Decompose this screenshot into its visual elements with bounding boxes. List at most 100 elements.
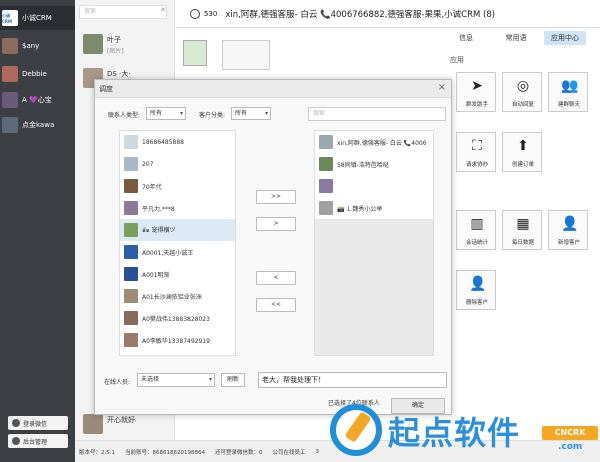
avatar xyxy=(124,311,138,325)
search-input[interactable]: 搜索 xyxy=(79,5,167,19)
list-item[interactable]: 58同镇-浩特芭哈哒 xyxy=(315,153,433,175)
chat-header: 530 xin,阿群,德强客服- 白云 📞4006766882,德强客服-果果,… xyxy=(176,0,600,28)
list-item[interactable]: 207 xyxy=(120,153,235,175)
tab-app-center[interactable]: 应用中心 xyxy=(544,31,586,45)
dialog-title: 调度 xyxy=(95,80,451,98)
app-group-chat[interactable]: 👥 建群聊天 xyxy=(548,72,588,112)
list-item[interactable]: A01长沙澜依铝业张洲 xyxy=(120,285,235,307)
contact-list-selected[interactable]: xin,阿群,德强客服- 白云 📞4006 58同镇-浩特芭哈哒 📸 ⒈魏秀小公… xyxy=(314,130,434,356)
add-button[interactable]: > xyxy=(256,217,296,231)
calendar-icon: ▦ xyxy=(516,216,530,232)
avatar xyxy=(124,157,138,171)
list-item[interactable]: A0樊战伟13883828023 xyxy=(120,307,235,329)
account-text: 当前账号：868618620198864 xyxy=(125,449,205,456)
user-icon xyxy=(12,419,20,427)
sidebar-item-account[interactable]: $any xyxy=(0,34,75,58)
add-all-button[interactable]: >> xyxy=(256,190,296,204)
avatar xyxy=(124,135,138,149)
list-item[interactable]: 叶子 [图片] xyxy=(75,30,175,58)
admin-button[interactable]: 后台管理 xyxy=(8,434,68,448)
avatar xyxy=(124,201,138,215)
app-center-panel: 信息 常用语 应用中心 应用 ➤ 群发助手 ◎ 自动回复 👥 建群聊天 ⛶ 请求… xyxy=(446,28,600,462)
list-item[interactable]: A001明渐 xyxy=(120,263,235,285)
online-staff-label: 在线人员: xyxy=(104,379,131,386)
avatar xyxy=(319,201,333,215)
tab-info[interactable]: 信息 xyxy=(454,31,478,45)
avatar xyxy=(83,414,103,434)
avatar xyxy=(124,267,138,281)
customer-category-select[interactable]: 所有 ▾ xyxy=(231,107,271,120)
chat-file[interactable] xyxy=(222,40,270,70)
app-add-customer[interactable]: 👤 新增客户 xyxy=(548,210,588,250)
list-item[interactable]: 平凡力,***8 xyxy=(120,197,235,219)
avatar xyxy=(2,38,18,54)
avatar xyxy=(2,117,18,133)
assist-icon: ⛶ xyxy=(472,138,482,154)
sidebar-item-crm[interactable]: 小诚CRM 小诚CRM xyxy=(0,6,75,30)
sidebar-item-label: $any xyxy=(22,42,40,50)
sidebar-item-label: 小诚CRM xyxy=(22,14,52,22)
sidebar-item-account[interactable]: 点金kawa xyxy=(0,113,75,137)
remove-all-button[interactable]: << xyxy=(256,298,296,312)
section-heading: 应用 xyxy=(450,56,464,64)
chevron-down-icon: ▾ xyxy=(208,376,212,383)
avatar xyxy=(124,289,138,303)
list-item[interactable]: A0李敏华13387492919 xyxy=(120,329,235,351)
group-icon: 👥 xyxy=(561,78,579,94)
sidebar-item-account[interactable]: Debbie xyxy=(0,62,75,86)
avatar xyxy=(124,333,138,347)
dispatch-dialog: 调度 × 联系人类型: 所有 ▾ 客户分类: 所有 ▾ 搜索 186864858… xyxy=(94,79,452,415)
login-wechat-button[interactable]: 登录微信 xyxy=(8,416,68,430)
avatar xyxy=(319,157,333,171)
tab-phrases[interactable]: 常用语 xyxy=(500,31,532,45)
contact-type-label: 联系人类型: xyxy=(108,112,141,119)
app-delete-customer[interactable]: 👤 删除客户 xyxy=(456,270,496,310)
app-session-stats[interactable]: ▥ 会话统计 xyxy=(456,210,496,250)
list-item[interactable]: A0001,天越小诚王 xyxy=(120,241,235,263)
list-item[interactable]: 18686485888 xyxy=(120,131,235,153)
online-text: 公司在线员工 xyxy=(272,449,306,456)
online-staff-select[interactable]: 未选择 ▾ xyxy=(137,373,215,387)
add-user-icon: 👤 xyxy=(561,216,579,232)
sidebar-item-account[interactable]: A 💜心宝 xyxy=(0,88,75,112)
upload-icon: ⬆ xyxy=(517,138,529,154)
login-count-text: 还可登录微信数：0 xyxy=(215,449,263,456)
send-icon: ➤ xyxy=(471,78,483,94)
list-item[interactable]: ๑ั๑ 宠得横ヅ xyxy=(120,219,235,241)
clear-search-icon[interactable]: ✕ xyxy=(160,6,166,14)
watermark-domain: .com xyxy=(558,442,583,452)
member-count: 530 xyxy=(204,9,218,18)
app-request-assist[interactable]: ⛶ 请求协办 xyxy=(456,132,496,172)
list-item[interactable]: xin,阿群,德强客服- 白云 📞4006 xyxy=(315,131,433,153)
sidebar-item-label: 点金kawa xyxy=(22,121,55,129)
avatar xyxy=(124,223,138,237)
crm-logo: 小诚CRM xyxy=(2,10,18,26)
watermark-text: 起点软件 xyxy=(388,414,521,452)
message-input[interactable]: 老大，帮我处理下！ xyxy=(258,372,447,388)
stats-icon: ▥ xyxy=(470,216,484,232)
app-auto-reply[interactable]: ◎ 自动回复 xyxy=(502,72,542,112)
search-input[interactable]: 搜索 xyxy=(308,107,446,121)
list-item[interactable]: 📸 ⒈魏秀小公举 xyxy=(315,197,433,219)
list-item[interactable] xyxy=(315,175,433,197)
watermark-logo-icon xyxy=(330,404,382,456)
sidebar-item-label: A 💜心宝 xyxy=(22,96,52,104)
version-text: 版本号：2.5.1 xyxy=(79,449,115,456)
app-mass-send[interactable]: ➤ 群发助手 xyxy=(456,72,496,112)
chevron-down-icon: ▾ xyxy=(179,110,183,117)
close-icon[interactable]: × xyxy=(438,82,446,93)
contact-list-available[interactable]: 18686485888 207 70年代 平凡力,***8 ๑ั๑ 宠得横ヅ A… xyxy=(119,130,236,356)
avatar xyxy=(2,92,18,108)
person-icon xyxy=(190,8,200,19)
conversation-preview: [图片] xyxy=(107,48,124,55)
list-item[interactable]: 70年代 xyxy=(120,175,235,197)
app-daily-data[interactable]: ▦ 每日数据 xyxy=(502,210,542,250)
refresh-button[interactable]: 刷新 xyxy=(221,373,245,387)
avatar xyxy=(319,135,333,149)
conversation-name: 开心就好 xyxy=(107,416,135,424)
app-create-order[interactable]: ⬆ 创建订单 xyxy=(502,132,542,172)
remove-button[interactable]: < xyxy=(256,271,296,285)
chat-image[interactable] xyxy=(183,40,207,66)
contact-type-select[interactable]: 所有 ▾ xyxy=(146,107,186,120)
customer-category-label: 客户分类: xyxy=(199,112,226,119)
